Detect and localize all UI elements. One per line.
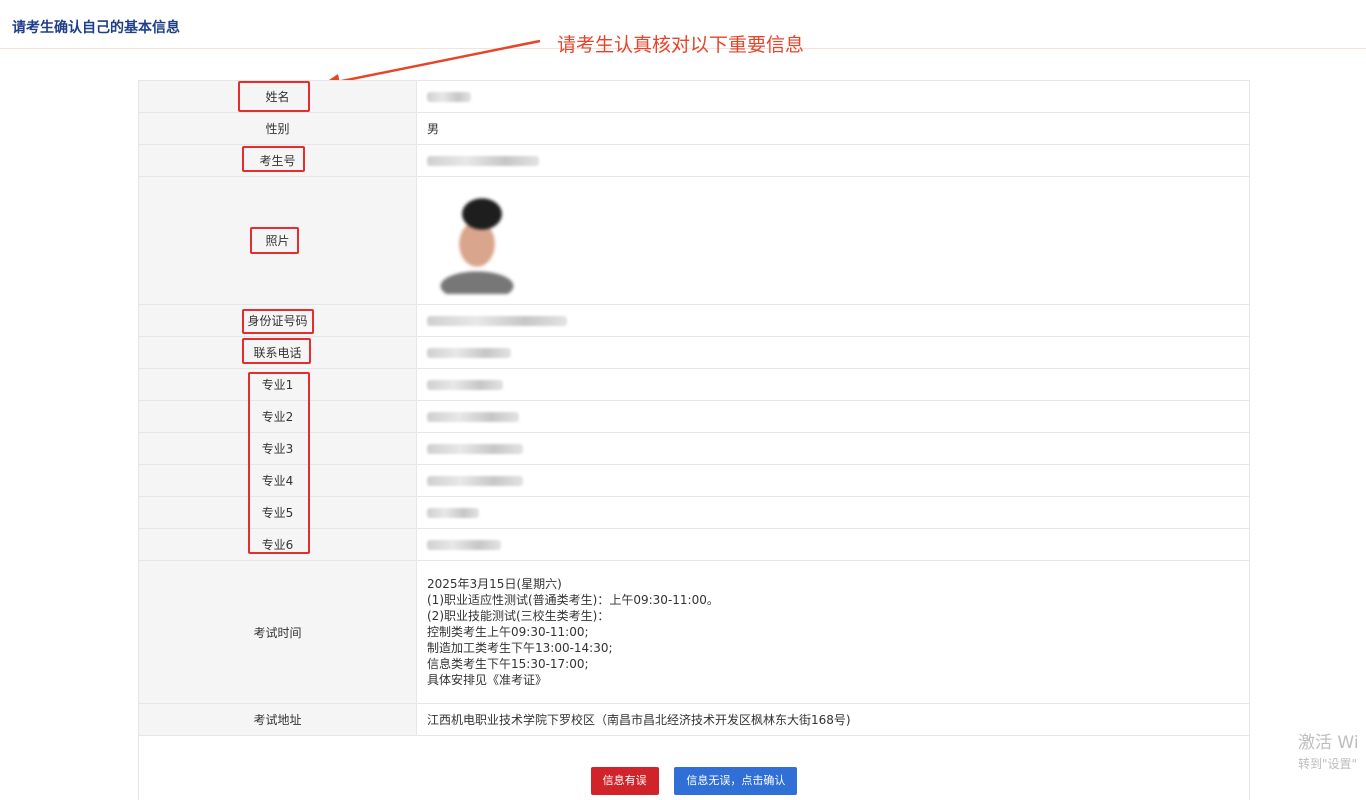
value-exam-address: 江西机电职业技术学院下罗校区（南昌市昌北经济技术开发区枫林东大街168号) [416,703,1250,736]
watermark-line: 激活 Wi [1298,733,1359,753]
value-gender: 男 [416,112,1250,145]
table-row: 专业6 [138,528,1250,561]
page-title: 请考生确认自己的基本信息 [12,20,180,36]
info-table: 姓名 性别 男 考生号 照片 身份证号码 联系电话 专业1 专业2 专业3 专业… [138,80,1250,800]
label-exam-no: 考生号 [138,144,417,177]
exam-time-line: 具体安排见《准考证》 [427,673,548,687]
value-major4 [416,464,1250,497]
label-major2: 专业2 [138,400,417,433]
label-exam-time: 考试时间 [138,560,417,704]
button-row: 信息有误 信息无误，点击确认 [138,735,1250,800]
value-exam-no [416,144,1250,177]
label-phone: 联系电话 [138,336,417,369]
table-row: 考试时间 2025年3月15日(星期六) (1)职业适应性测试(普通类考生)：上… [138,560,1250,704]
info-error-button[interactable]: 信息有误 [590,766,659,795]
activation-watermark: 激活 Wi 转到"设置" [1298,728,1359,772]
exam-time-line: 2025年3月15日(星期六) [427,577,562,591]
value-major1 [416,368,1250,401]
table-row: 照片 [138,176,1250,305]
label-major5: 专业5 [138,496,417,529]
value-major5 [416,496,1250,529]
table-row: 考试地址 江西机电职业技术学院下罗校区（南昌市昌北经济技术开发区枫林东大街168… [138,703,1250,736]
table-row: 姓名 [138,80,1250,113]
table-row: 专业4 [138,464,1250,497]
value-photo [416,176,1250,305]
value-major2 [416,400,1250,433]
table-row: 联系电话 [138,336,1250,369]
value-phone [416,336,1250,369]
table-row: 考生号 [138,144,1250,177]
button-group: 信息有误 信息无误，点击确认 [139,745,1249,795]
exam-time-line: 制造加工类考生下午13:00-14:30; [427,641,613,655]
label-major3: 专业3 [138,432,417,465]
table-row: 专业2 [138,400,1250,433]
student-photo [427,186,527,294]
value-major3 [416,432,1250,465]
value-name [416,80,1250,113]
exam-time-line: (1)职业适应性测试(普通类考生)：上午09:30-11:00。 [427,593,719,607]
label-id-no: 身份证号码 [138,304,417,337]
value-exam-time: 2025年3月15日(星期六) (1)职业适应性测试(普通类考生)：上午09:3… [416,560,1250,704]
table-row: 性别 男 [138,112,1250,145]
exam-time-line: (2)职业技能测试(三校生类考生)： [427,609,610,623]
table-row: 专业3 [138,432,1250,465]
table-row: 身份证号码 [138,304,1250,337]
table-row: 专业5 [138,496,1250,529]
confirm-button[interactable]: 信息无误，点击确认 [674,766,798,795]
label-major4: 专业4 [138,464,417,497]
label-major6: 专业6 [138,528,417,561]
value-major6 [416,528,1250,561]
label-photo: 照片 [138,176,417,305]
label-name: 姓名 [138,80,417,113]
watermark-line: 转到"设置" [1298,757,1358,771]
label-exam-address: 考试地址 [138,703,417,736]
label-gender: 性别 [138,112,417,145]
exam-time-line: 信息类考生下午15:30-17:00; [427,657,589,671]
label-major1: 专业1 [138,368,417,401]
value-id-no [416,304,1250,337]
annotation-text: 请考生认真核对以下重要信息 [557,34,805,56]
table-row: 专业1 [138,368,1250,401]
exam-time-line: 控制类考生上午09:30-11:00; [427,625,589,639]
